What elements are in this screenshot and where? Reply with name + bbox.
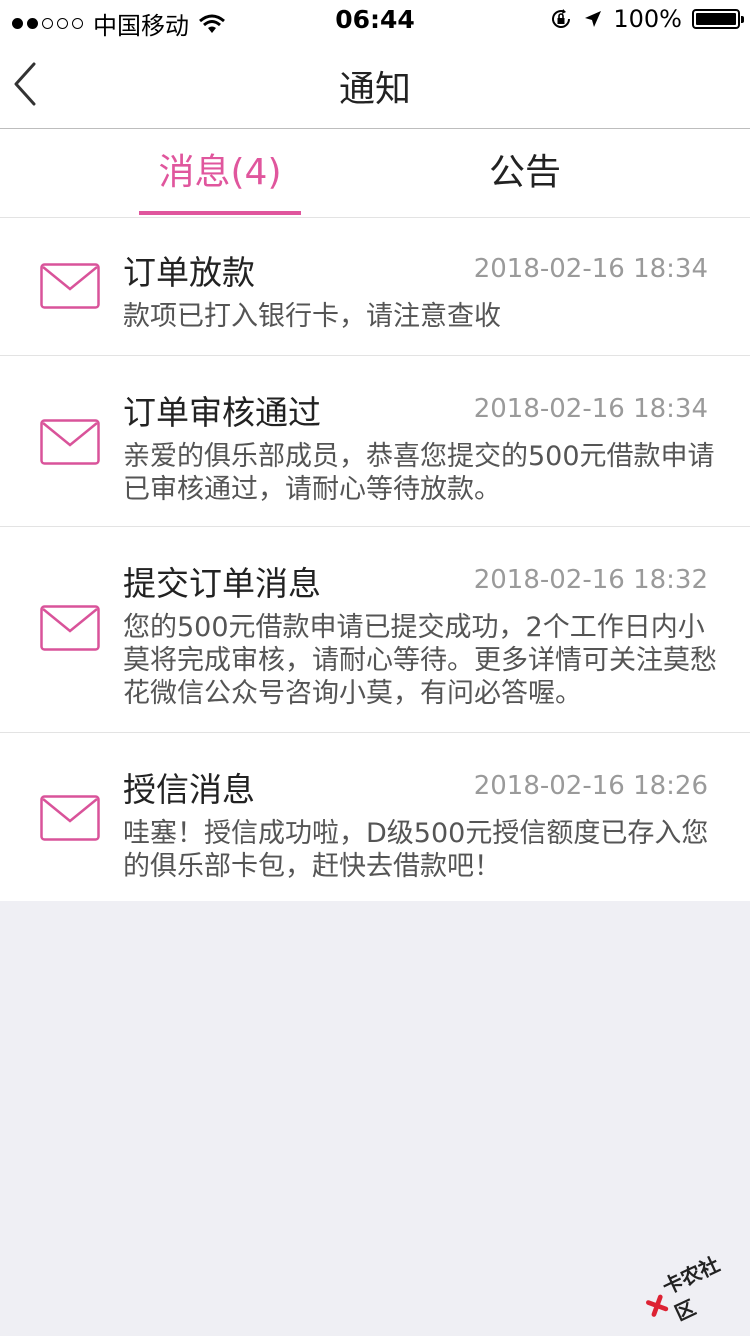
status-right: 100% xyxy=(549,5,744,33)
status-bar: 中国移动 06:44 100% xyxy=(0,0,750,40)
message-time: 2018-02-16 18:26 xyxy=(473,771,708,801)
message-item[interactable]: 授信消息 2018-02-16 18:26 哇塞！授信成功啦，D级500元授信额… xyxy=(0,733,750,901)
active-tab-indicator xyxy=(139,211,301,215)
rotation-lock-icon xyxy=(552,9,571,28)
message-item[interactable]: 订单审核通过 2018-02-16 18:34 亲爱的俱乐部成员，恭喜您提交的5… xyxy=(0,356,750,527)
message-body: 您的500元借款申请已提交成功，2个工作日内小莫将完成审核，请耐心等待。更多详情… xyxy=(123,612,717,709)
message-item[interactable]: 提交订单消息 2018-02-16 18:32 您的500元借款申请已提交成功，… xyxy=(0,527,750,733)
location-arrow-icon xyxy=(585,11,602,27)
message-time: 2018-02-16 18:34 xyxy=(473,394,708,424)
message-title: 提交订单消息 xyxy=(123,564,321,603)
watermark: 卡农社区 xyxy=(638,1246,748,1333)
message-title: 订单审核通过 xyxy=(123,393,321,432)
message-title: 授信消息 xyxy=(123,770,255,809)
message-body: 亲爱的俱乐部成员，恭喜您提交的500元借款申请已审核通过，请耐心等待放款。 xyxy=(123,441,715,505)
message-list: 订单放款 2018-02-16 18:34 款项已打入银行卡，请注意查收 订单审… xyxy=(0,218,750,901)
message-item[interactable]: 订单放款 2018-02-16 18:34 款项已打入银行卡，请注意查收 xyxy=(0,218,750,356)
battery-icon xyxy=(692,9,744,29)
tab-announcements[interactable]: 公告 xyxy=(415,129,635,217)
tab-bar: 消息(4) 公告 xyxy=(0,129,750,218)
watermark-text: 卡农社区 xyxy=(658,1252,724,1326)
nav-bar: 通知 xyxy=(0,40,750,129)
tab-messages[interactable]: 消息(4) xyxy=(110,129,330,217)
battery-level xyxy=(696,13,736,25)
envelope-icon xyxy=(40,605,100,651)
envelope-icon xyxy=(40,419,100,465)
page-title: 通知 xyxy=(338,69,411,110)
envelope-icon xyxy=(40,263,100,309)
message-body: 款项已打入银行卡，请注意查收 xyxy=(123,301,501,332)
message-time: 2018-02-16 18:32 xyxy=(473,565,708,595)
battery-percent: 100% xyxy=(613,5,682,33)
message-title: 订单放款 xyxy=(123,253,255,292)
watermark-logo-icon xyxy=(646,1294,669,1317)
message-body: 哇塞！授信成功啦，D级500元授信额度已存入您的俱乐部卡包，赶快去借款吧！ xyxy=(123,818,709,882)
message-time: 2018-02-16 18:34 xyxy=(473,254,708,284)
envelope-icon xyxy=(40,795,100,841)
